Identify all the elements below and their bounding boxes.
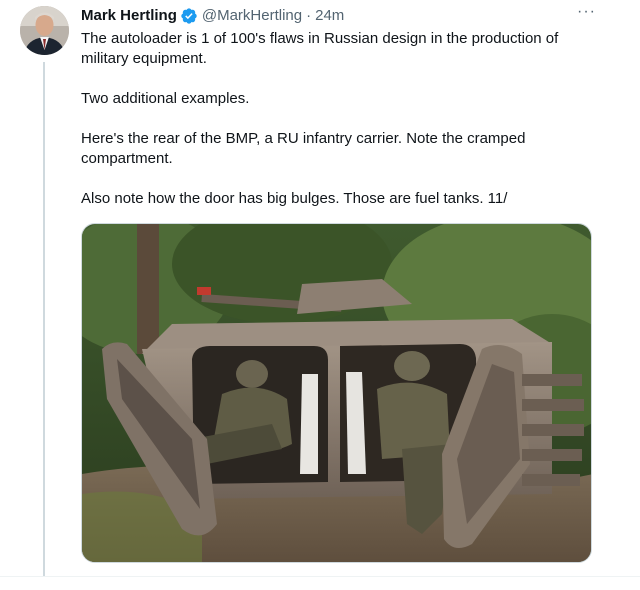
tweet-card[interactable]: Mark Hertling @MarkHertling · 24m ··· Th… (0, 0, 640, 590)
avatar[interactable] (20, 6, 69, 55)
more-options-icon[interactable]: ··· (577, 3, 596, 21)
verified-badge-icon (180, 7, 198, 25)
tweet-paragraph: Also note how the door has big bulges. T… (81, 190, 508, 207)
author-handle[interactable]: @MarkHertling (202, 6, 302, 26)
thread-line (43, 62, 45, 577)
timestamp[interactable]: 24m (315, 6, 344, 26)
tweet-paragraph: Two additional examples. (81, 90, 250, 107)
tweet-text: The autoloader is 1 of 100's flaws in Ru… (81, 29, 601, 229)
tweet-paragraph: The autoloader is 1 of 100's flaws in Ru… (81, 30, 559, 67)
tweet-photo[interactable] (81, 223, 592, 563)
divider (0, 576, 640, 577)
separator-dot: · (306, 7, 312, 24)
bmp-rear-photo (82, 224, 591, 562)
tweet-paragraph: Here's the rear of the BMP, a RU infantr… (81, 130, 526, 167)
author-name[interactable]: Mark Hertling (81, 6, 177, 26)
tweet-header: Mark Hertling @MarkHertling · 24m (81, 6, 344, 26)
